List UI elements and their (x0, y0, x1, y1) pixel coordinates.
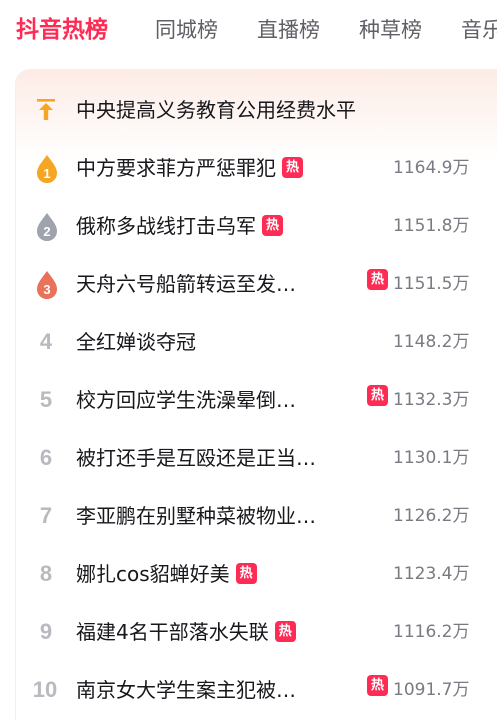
item-title: 娜扎cos貂蝉好美热 (76, 545, 257, 603)
item-title: 被打还手是互殴还是正当… (76, 446, 316, 470)
list-item[interactable]: 5 校方回应学生洗澡晕倒… 热 1132.3万 (16, 371, 497, 429)
hot-badge: 热 (367, 675, 388, 696)
rank-number: 9 (39, 619, 53, 644)
rank-silver-icon: 2 (34, 197, 58, 255)
tab-local[interactable]: 同城榜 (155, 14, 218, 46)
hot-badge: 热 (367, 385, 388, 406)
item-title: 中方要求菲方严惩罪犯热 (76, 139, 303, 197)
hot-list-page: 抖音热榜 同城榜 直播榜 种草榜 音乐榜 中央提高义务教育公用经费水平 1 中方… (0, 0, 497, 720)
rank-number: 1 (43, 166, 50, 181)
list-item[interactable]: 10 南京女大学生案主犯被… 热 1091.7万 (16, 661, 497, 719)
rank-number: 8 (39, 561, 53, 586)
rank-number: 2 (43, 224, 50, 239)
heat-count: 1151.8万 (393, 216, 470, 236)
heat-count: 1148.2万 (393, 332, 470, 352)
hot-badge: 热 (274, 621, 296, 642)
list-item[interactable]: 2 俄称多战线打击乌军热 1151.8万 (16, 197, 497, 255)
list-item[interactable]: 7 李亚鹏在别墅种菜被物业… 1126.2万 (16, 487, 497, 545)
rank-number: 4 (39, 329, 53, 354)
heat-count: 1091.7万 (393, 680, 470, 700)
pinned-item[interactable]: 中央提高义务教育公用经费水平 (16, 81, 497, 139)
list-item[interactable]: 3 天舟六号船箭转运至发… 热 1151.5万 (16, 255, 497, 313)
tab-bar: 抖音热榜 同城榜 直播榜 种草榜 音乐榜 (0, 0, 497, 62)
item-title: 福建4名干部落水失联热 (76, 603, 296, 661)
tab-recommend[interactable]: 种草榜 (359, 14, 422, 46)
tab-douyin-hot[interactable]: 抖音热榜 (16, 14, 108, 46)
list-item[interactable]: 6 被打还手是互殴还是正当… 1130.1万 (16, 429, 497, 487)
heat-count: 1116.2万 (393, 622, 470, 642)
rank-number: 3 (43, 282, 50, 297)
item-title: 李亚鹏在别墅种菜被物业… (76, 504, 316, 528)
hot-badge: 热 (367, 269, 388, 290)
hot-badge: 热 (235, 563, 257, 584)
list-item[interactable]: 8 娜扎cos貂蝉好美热 1123.4万 (16, 545, 497, 603)
rank-number: 6 (39, 445, 53, 470)
rank-gold-icon: 1 (34, 139, 58, 197)
tab-music[interactable]: 音乐榜 (461, 14, 497, 46)
pinned-title: 中央提高义务教育公用经费水平 (76, 98, 356, 122)
hot-badge: 热 (262, 215, 283, 236)
item-title: 南京女大学生案主犯被… (76, 678, 296, 702)
item-title-text: 福建4名干部落水失联 (76, 620, 269, 644)
heat-count: 1164.9万 (393, 158, 470, 178)
tab-live[interactable]: 直播榜 (257, 14, 320, 46)
item-title: 全红婵谈夺冠 (76, 330, 196, 354)
rank-number: 10 (32, 677, 58, 702)
rank-bronze-icon: 3 (34, 255, 58, 313)
item-title-text: 俄称多战线打击乌军 (76, 214, 256, 238)
list-item[interactable]: 9 福建4名干部落水失联热 1116.2万 (16, 603, 497, 661)
heat-count: 1151.5万 (393, 274, 470, 294)
item-title: 天舟六号船箭转运至发… (76, 272, 296, 296)
item-title-text: 中方要求菲方严惩罪犯 (76, 156, 276, 180)
heat-count: 1132.3万 (393, 390, 470, 410)
item-title-text: 娜扎cos貂蝉好美 (76, 562, 230, 586)
pin-top-icon (34, 81, 58, 139)
heat-count: 1130.1万 (393, 448, 470, 468)
item-title: 校方回应学生洗澡晕倒… (76, 388, 296, 412)
list-item[interactable]: 1 中方要求菲方严惩罪犯热 1164.9万 (16, 139, 497, 197)
hot-badge: 热 (282, 157, 303, 178)
heat-count: 1123.4万 (393, 564, 470, 584)
rank-number: 5 (39, 387, 53, 412)
list-item[interactable]: 4 全红婵谈夺冠 1148.2万 (16, 313, 497, 371)
item-title: 俄称多战线打击乌军热 (76, 197, 283, 255)
heat-count: 1126.2万 (393, 506, 470, 526)
rank-number: 7 (39, 503, 53, 528)
